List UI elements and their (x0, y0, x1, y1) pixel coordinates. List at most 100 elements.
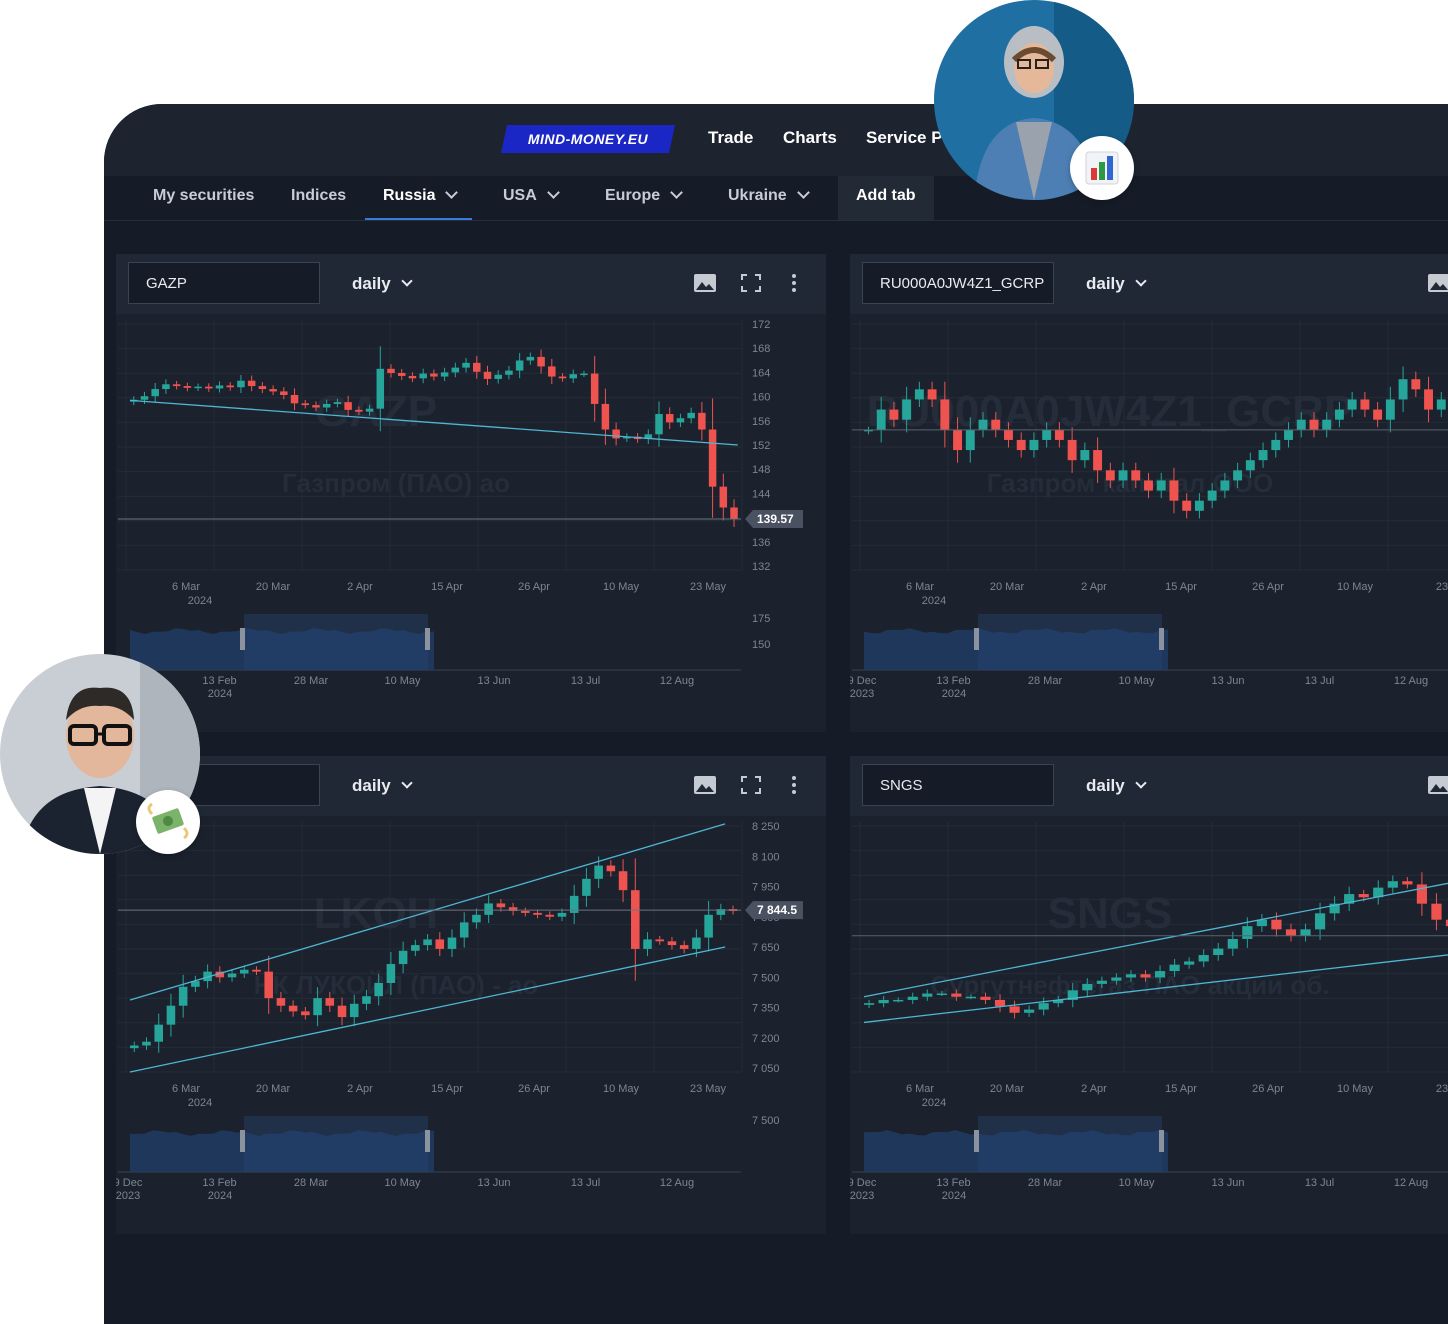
candle-body (1154, 971, 1166, 978)
candle-body (301, 403, 310, 406)
navigator-date-label: 13 Jun (477, 1177, 510, 1189)
date-tick-label: 26 Apr (1252, 1083, 1284, 1095)
chevron-down-icon (546, 186, 560, 199)
screenshot-image-icon[interactable] (693, 774, 717, 796)
chart-panel-header: SNGS daily (850, 756, 1448, 816)
candle-body (1111, 977, 1122, 981)
tab-label: My securities (153, 187, 255, 204)
chart-watermark: LKOH (314, 889, 439, 938)
navigator-window[interactable] (244, 614, 428, 670)
candle-body (365, 408, 374, 412)
candle-body (1169, 964, 1180, 972)
navigator-window[interactable] (244, 1116, 428, 1172)
candle-body (601, 403, 610, 430)
period-select[interactable]: daily (352, 274, 413, 294)
navigator-handle-left[interactable] (240, 1130, 245, 1152)
fullscreen-icon[interactable] (739, 272, 763, 294)
tab-indices[interactable]: Indices (291, 176, 346, 220)
candle-body (154, 1024, 163, 1042)
candle-body (1387, 881, 1398, 888)
candle-body (606, 865, 616, 872)
candle-body (430, 373, 438, 377)
candle-body (687, 412, 695, 419)
price-tick-label: 7 200 (752, 1033, 780, 1045)
candle-body (239, 969, 249, 974)
candlestick-chart[interactable]: GAZP Газпром (ПАО) ао 172 168 164 160 156 152 14… (116, 314, 826, 732)
navigator-date-label: 12 Aug (660, 675, 694, 687)
candlestick-chart[interactable]: RU000A0JW4Z1_GCRP Газпром капитал ООО 6 Ma… (850, 314, 1448, 732)
navigator-handle-left[interactable] (240, 628, 245, 650)
candle-body (1198, 955, 1209, 962)
brand-logo[interactable]: MIND-MONEY.EU (501, 125, 675, 153)
tab-label: Ukraine (728, 187, 787, 204)
candle-body (264, 971, 273, 999)
tab-europe[interactable]: Europe (605, 176, 683, 220)
navigator-window[interactable] (978, 614, 1162, 670)
candlestick-chart[interactable]: SNGSСургутнефтегаз ПАО акции об.6 Mar 20 … (850, 816, 1448, 1234)
date-tick-label: 15 Apr (1165, 581, 1197, 593)
tab-ukraine[interactable]: Ukraine (728, 176, 810, 220)
nav-service[interactable]: Service P (866, 128, 943, 148)
candle-body (590, 373, 599, 404)
candle-body (496, 903, 506, 908)
navigator-handle-right[interactable] (1159, 628, 1164, 650)
navigator-date-label: 12 Aug (1394, 675, 1428, 687)
screenshot-image-icon[interactable] (1427, 774, 1448, 796)
price-tick-label: 148 (752, 464, 770, 476)
candle-body (280, 391, 288, 395)
candle-body (1271, 439, 1281, 451)
date-tick-label: 6 Mar (172, 581, 200, 593)
period-select[interactable]: daily (352, 776, 413, 796)
candle-body (1024, 1009, 1035, 1013)
candlestick-chart[interactable]: LKOHНК ЛУКОЙЛ (ПАО) - ао8 2508 1007 9507… (116, 816, 826, 1234)
screenshot-image-icon[interactable] (693, 272, 717, 294)
candle-body (655, 939, 665, 942)
price-tick-label: 7 350 (752, 1003, 780, 1015)
candle-body (1169, 480, 1179, 501)
candle-body (301, 1011, 310, 1016)
ticker-input[interactable]: RU000A0JW4Z1_GCRP (862, 262, 1054, 304)
candle-body (269, 389, 277, 392)
fullscreen-icon[interactable] (739, 774, 763, 796)
date-tick-label: 10 May (1337, 581, 1374, 593)
navigator-year-label: 2024 (942, 1190, 966, 1202)
tab-usa[interactable]: USA (503, 176, 560, 220)
candle-body (1054, 429, 1064, 440)
navigator-handle-left[interactable] (974, 1130, 979, 1152)
price-tick-label: 132 (752, 561, 770, 573)
period-label: daily (1086, 274, 1125, 293)
trend-line[interactable] (129, 946, 726, 1073)
navigator-handle-right[interactable] (425, 628, 430, 650)
navigator-handle-right[interactable] (425, 1130, 430, 1152)
navigator-date-label: 13 Jul (1305, 675, 1334, 687)
candle-body (1436, 399, 1446, 410)
candle-body (1258, 450, 1268, 461)
navigator-handle-left[interactable] (974, 628, 979, 650)
ticker-input[interactable]: SNGS (862, 764, 1054, 806)
chart-watermark-subtitle: Газпром (ПАО) ао (282, 468, 510, 498)
navigator-year-label: 2024 (942, 688, 966, 700)
candle-body (580, 373, 588, 376)
tab-russia[interactable]: Russia (364, 176, 474, 220)
candle-body (631, 890, 640, 949)
navigator-handle-right[interactable] (1159, 1130, 1164, 1152)
navigator-window[interactable] (978, 1116, 1162, 1172)
ticker-input[interactable]: GAZP (128, 262, 320, 304)
nav-charts[interactable]: Charts (783, 128, 837, 148)
chart-panel-header: daily (116, 756, 826, 816)
candle-body (462, 362, 470, 368)
screenshot-image-icon[interactable] (1427, 272, 1448, 294)
period-select[interactable]: daily (1086, 776, 1147, 796)
period-select[interactable]: daily (1086, 274, 1147, 294)
more-options-icon[interactable] (782, 272, 806, 294)
period-label: daily (1086, 776, 1125, 795)
tab-my-securities[interactable]: My securities (153, 176, 254, 220)
price-tick-label: 156 (752, 416, 770, 428)
nav-trade[interactable]: Trade (708, 128, 753, 148)
add-tab-button[interactable]: Add tab (838, 176, 934, 220)
date-tick-label: 23 (1436, 581, 1448, 593)
candle-body (1296, 419, 1306, 430)
more-options-icon[interactable] (782, 774, 806, 796)
candle-body (878, 999, 889, 1004)
candle-body (183, 386, 192, 388)
